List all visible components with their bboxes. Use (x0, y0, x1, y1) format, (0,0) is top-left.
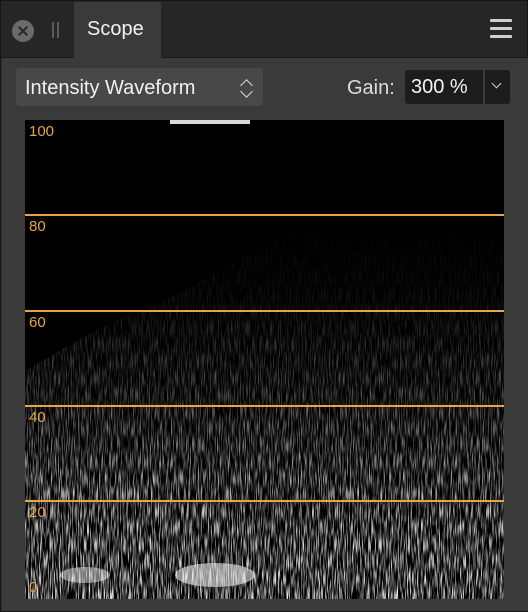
gain-input[interactable]: 300 % (405, 70, 483, 104)
scope-mode-select[interactable]: Intensity Waveform (16, 68, 263, 106)
guide-line-80 (25, 214, 504, 216)
scope-mode-value: Intensity Waveform (25, 77, 196, 99)
axis-label-80: 80 (29, 218, 46, 235)
scope-panel-body: Intensity Waveform Gain: 300 % 100 80 60… (2, 58, 528, 611)
tab-scope[interactable]: Scope (74, 2, 161, 58)
guide-line-40 (25, 405, 504, 407)
axis-label-60: 60 (29, 314, 46, 331)
scope-panel-window: Scope Intensity Waveform Gain: 300 % 100… (0, 0, 528, 612)
drag-grip-icon[interactable] (52, 22, 60, 38)
waveform-image (25, 120, 504, 599)
axis-label-0: 0 (29, 579, 38, 596)
title-bar: Scope (1, 1, 527, 58)
waveform-display: 100 80 60 40 20 0 (25, 120, 504, 599)
guide-line-60 (25, 310, 504, 312)
axis-label-40: 40 (29, 409, 46, 426)
guide-line-20 (25, 500, 504, 502)
gain-label: Gain: (347, 77, 395, 99)
gain-dropdown-button[interactable] (485, 70, 510, 104)
hamburger-menu-icon[interactable] (490, 19, 512, 39)
close-icon[interactable] (12, 20, 34, 42)
axis-label-100: 100 (29, 123, 55, 140)
axis-label-20: 20 (29, 504, 46, 521)
gain-value: 300 % (411, 76, 468, 98)
up-down-chevron-icon (240, 77, 253, 99)
chevron-down-icon (491, 78, 502, 89)
tab-scope-label: Scope (87, 18, 144, 40)
